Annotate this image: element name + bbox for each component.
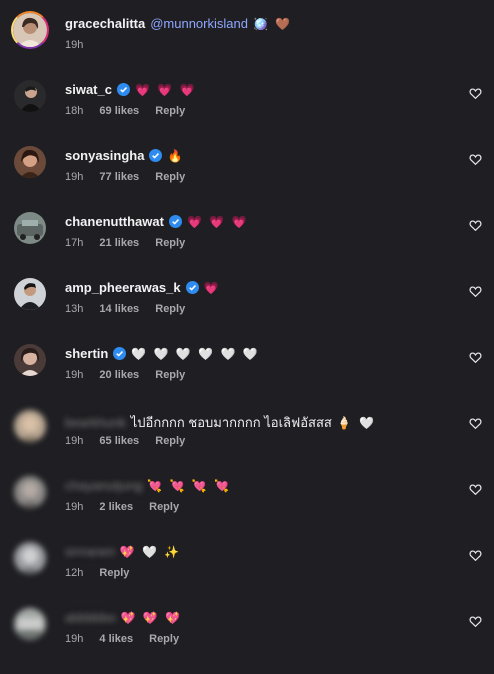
username[interactable]: sonyasingha	[65, 148, 144, 163]
like-heart-icon[interactable]	[469, 417, 482, 430]
avatar[interactable]	[11, 11, 49, 49]
like-heart-icon[interactable]	[469, 219, 482, 232]
username[interactable]: abbbbbo	[65, 610, 116, 625]
likes-count[interactable]: 21 likes	[99, 237, 139, 249]
like-heart-icon[interactable]	[469, 351, 482, 364]
username[interactable]: shertin	[65, 346, 108, 361]
reply-button[interactable]: Reply	[149, 633, 179, 645]
likes-count[interactable]: 20 likes	[99, 369, 139, 381]
reply-button[interactable]: Reply	[155, 369, 185, 381]
username[interactable]: chayanutjung	[65, 478, 142, 493]
mention-link[interactable]: @munnorkisland	[150, 16, 248, 31]
timestamp: 19h	[65, 369, 84, 381]
emoji-text: 💗 💗 💗	[134, 82, 197, 97]
emoji-text: 💖 🤍 ✨	[119, 544, 182, 559]
username[interactable]: chanenutthawat	[65, 214, 164, 229]
likes-count[interactable]: 4 likes	[99, 633, 133, 645]
like-heart-icon[interactable]	[469, 153, 482, 166]
verified-badge-icon	[168, 215, 182, 228]
verified-badge-icon	[185, 281, 199, 294]
verified-badge-icon	[116, 83, 130, 96]
comment-item: chanenutthawat 💗 💗 💗 17h 21 likes Reply	[0, 212, 494, 278]
likes-count[interactable]: 14 likes	[99, 303, 139, 315]
timestamp: 18h	[65, 105, 84, 117]
comment-item: siwat_c 💗 💗 💗 18h 69 likes Reply	[0, 80, 494, 146]
like-heart-icon[interactable]	[469, 549, 482, 562]
reply-button[interactable]: Reply	[149, 501, 179, 513]
emoji-text: 🤍 🤍 🤍 🤍 🤍 🤍	[131, 346, 260, 361]
username[interactable]: gracechalitta	[65, 16, 145, 31]
comment-item: bearkhunk ไปอีกกกก ชอบมากกกก ไอเลิฟอัสสส…	[0, 410, 494, 476]
avatar[interactable]	[14, 608, 46, 640]
reply-button[interactable]: Reply	[155, 435, 185, 447]
likes-count[interactable]: 69 likes	[99, 105, 139, 117]
avatar[interactable]	[14, 344, 46, 376]
like-heart-icon[interactable]	[469, 615, 482, 628]
caption-comment: gracechalitta @munnorkisland 🪩 🤎 19h	[0, 11, 494, 80]
reply-button[interactable]: Reply	[155, 171, 185, 183]
timestamp: 19h	[65, 633, 84, 645]
avatar[interactable]	[14, 278, 46, 310]
emoji-text: 💗 💗 💗	[186, 214, 249, 229]
comment-item: chayanutjung 💘 💘 💘 💘 19h 2 likes Reply	[0, 476, 494, 542]
comments-panel: gracechalitta @munnorkisland 🪩 🤎 19h siw…	[0, 0, 494, 671]
reply-button[interactable]: Reply	[155, 303, 185, 315]
comment-item: amp_pheerawas_k 💗 13h 14 likes Reply	[0, 278, 494, 344]
avatar[interactable]	[14, 80, 46, 112]
timestamp: 12h	[65, 567, 84, 579]
avatar[interactable]	[14, 212, 46, 244]
timestamp: 17h	[65, 237, 84, 249]
emoji-text: 🔥	[167, 148, 185, 163]
comment-item: siriranen 💖 🤍 ✨ 12h Reply	[0, 542, 494, 608]
likes-count[interactable]: 77 likes	[99, 171, 139, 183]
emoji-text: 💖 💖 💖	[120, 610, 183, 625]
like-heart-icon[interactable]	[469, 285, 482, 298]
reply-button[interactable]: Reply	[155, 237, 185, 249]
emoji-text: 💗	[203, 280, 221, 295]
timestamp: 19h	[65, 39, 84, 51]
reply-button[interactable]: Reply	[155, 105, 185, 117]
emoji-text: 🪩 🤎	[252, 16, 293, 31]
avatar[interactable]	[14, 542, 46, 574]
timestamp: 19h	[65, 171, 84, 183]
avatar[interactable]	[14, 146, 46, 178]
likes-count[interactable]: 65 likes	[99, 435, 139, 447]
username[interactable]: siriranen	[65, 544, 115, 559]
comment-item: shertin 🤍 🤍 🤍 🤍 🤍 🤍 19h 20 likes Reply	[0, 344, 494, 410]
like-heart-icon[interactable]	[469, 483, 482, 496]
username[interactable]: siwat_c	[65, 82, 112, 97]
likes-count[interactable]: 2 likes	[99, 501, 133, 513]
avatar[interactable]	[14, 410, 46, 442]
avatar[interactable]	[14, 476, 46, 508]
reply-button[interactable]: Reply	[99, 567, 129, 579]
comment-item: abbbbbo 💖 💖 💖 19h 4 likes Reply	[0, 608, 494, 674]
username[interactable]: bearkhunk	[65, 415, 126, 430]
emoji-text: 🍦 🤍	[336, 415, 377, 430]
emoji-text: 💘 💘 💘 💘	[147, 478, 232, 493]
timestamp: 19h	[65, 501, 84, 513]
username[interactable]: amp_pheerawas_k	[65, 280, 181, 295]
verified-badge-icon	[149, 149, 163, 162]
verified-badge-icon	[113, 347, 127, 360]
comment-text: ไปอีกกกก ชอบมากกกก ไอเลิฟอัสสส	[130, 415, 332, 430]
comment-item: sonyasingha 🔥 19h 77 likes Reply	[0, 146, 494, 212]
timestamp: 19h	[65, 435, 84, 447]
timestamp: 13h	[65, 303, 84, 315]
like-heart-icon[interactable]	[469, 87, 482, 100]
